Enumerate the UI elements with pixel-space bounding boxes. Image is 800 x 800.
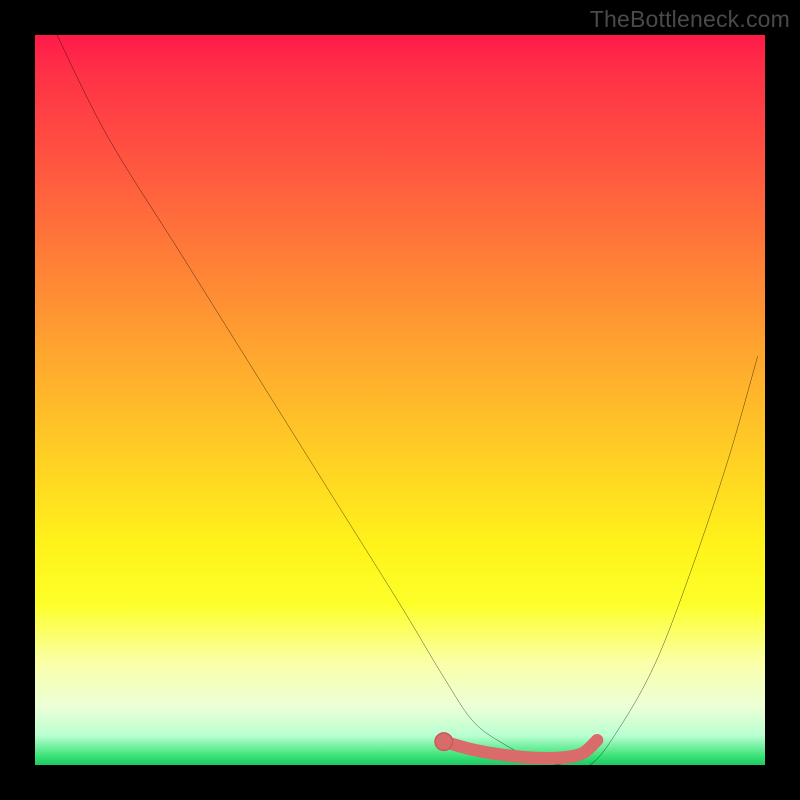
optimal-start-dot [435,733,453,751]
watermark-text: TheBottleneck.com [590,6,790,33]
optimal-range-marker [435,733,597,758]
bottleneck-curve-line [57,35,758,765]
plot-area [35,35,765,765]
chart-frame: TheBottleneck.com [0,0,800,800]
curve-layer [35,35,765,765]
optimal-range-line [444,740,597,758]
